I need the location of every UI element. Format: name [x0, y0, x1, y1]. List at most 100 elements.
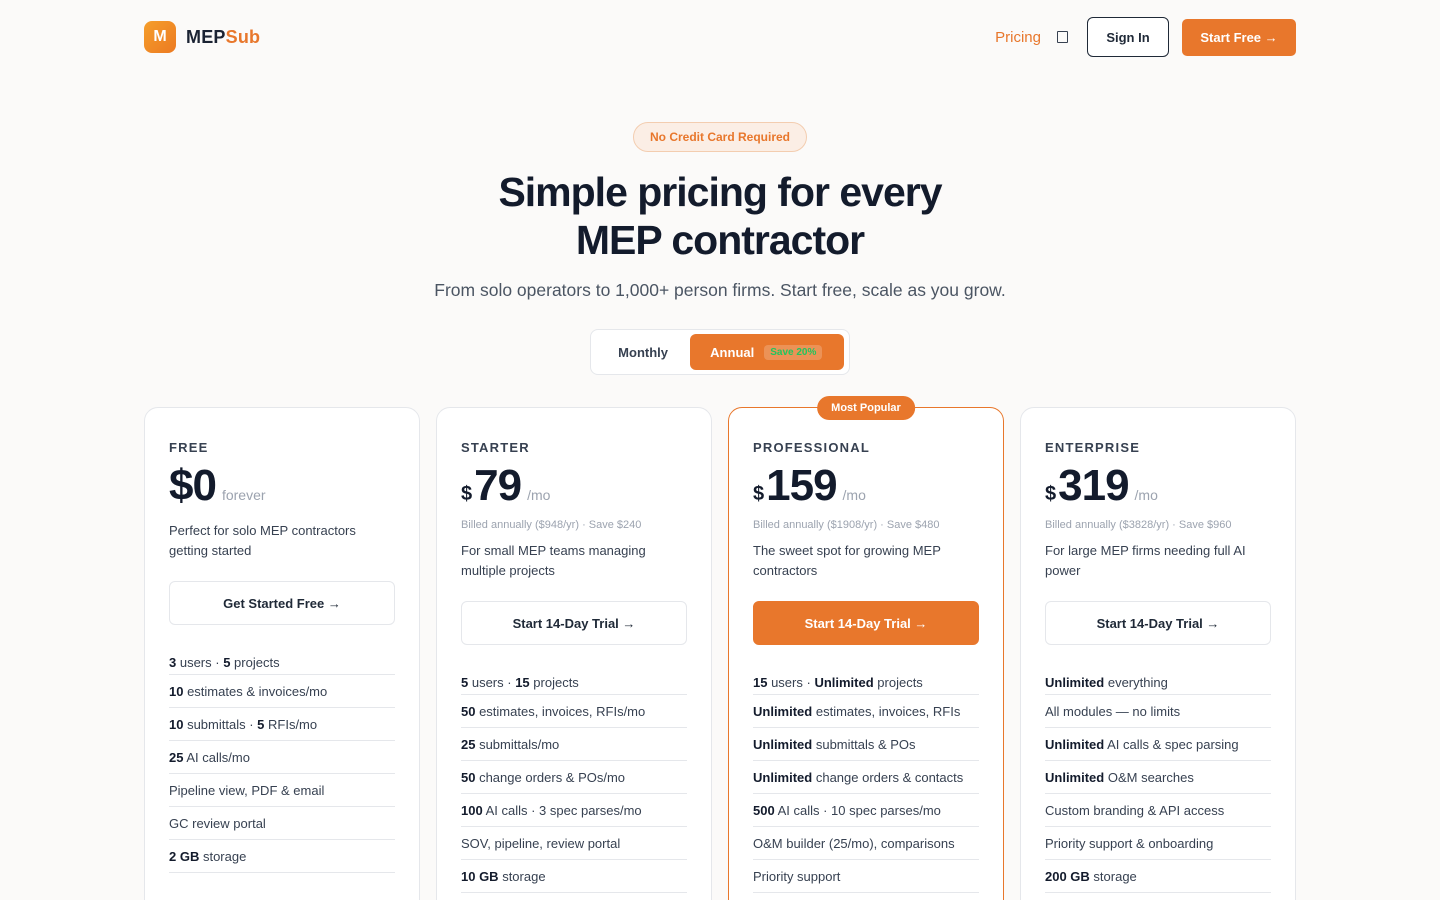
plan-feature-item: Unlimited AI calls & spec parsing [1045, 728, 1271, 761]
plan-feature-item: Custom branding & API access [1045, 794, 1271, 827]
feature-highlight: 15 [753, 675, 768, 690]
feature-highlight: 10 GB [461, 869, 499, 884]
plan-amount: 319 [1058, 461, 1129, 510]
plan-feature-item: 200 GB storage [1045, 860, 1271, 893]
plan-feature-item: 15 users · Unlimited projects [753, 671, 979, 695]
plan-feature-item: Pipeline view, PDF & email [169, 774, 395, 807]
plan-feature-item: Unlimited everything [1045, 671, 1271, 695]
most-popular-badge: Most Popular [817, 396, 915, 420]
plan-feature-item: 10 GB storage [461, 860, 687, 893]
plan-feature-item: 500 AI calls · 10 spec parses/mo [753, 794, 979, 827]
page-title-line1: Simple pricing for every [498, 169, 942, 215]
feature-highlight: Unlimited [753, 737, 813, 752]
brand-logo-icon: M [144, 21, 176, 53]
page-title-line2: MEP contractor [575, 217, 865, 263]
plan-feature-item: 50 change orders & POs/mo [461, 761, 687, 794]
theme-toggle-icon[interactable] [1057, 31, 1068, 43]
page-subtitle: From solo operators to 1,000+ person fir… [434, 280, 1006, 300]
feature-highlight: 3 [169, 655, 177, 670]
plan-period: /mo [1134, 487, 1158, 503]
plan-description: For large MEP firms needing full AI powe… [1045, 543, 1246, 578]
nav-link-pricing[interactable]: Pricing [995, 29, 1041, 46]
top-nav: M MEPSub Pricing Sign In Start Free → [144, 17, 1296, 57]
plan-features: 3 users · 5 projects 10 estimates & invoi… [169, 651, 395, 873]
get-started-free-button[interactable]: Get Started Free → [169, 581, 395, 625]
plan-feature-item: Priority support [753, 860, 979, 893]
plan-feature-item: Unlimited O&M searches [1045, 761, 1271, 794]
plan-features: Unlimited everything All modules — no lim… [1045, 671, 1271, 893]
plan-amount: 79 [474, 461, 522, 510]
plan-feature-item: All modules — no limits [1045, 695, 1271, 728]
brand-name: MEPSub [186, 27, 260, 48]
plan-billed-note: Billed annually ($1908/yr) · Save $480 [753, 519, 940, 531]
start-free-button[interactable]: Start Free → [1182, 18, 1296, 56]
plan-description: Perfect for solo MEP contractors getting… [169, 523, 356, 558]
feature-highlight: 5 [257, 717, 265, 732]
sign-in-button[interactable]: Sign In [1087, 17, 1169, 57]
billing-annual-option[interactable]: Annual Save 20% [690, 334, 844, 370]
plan-feature-item: Unlimited change orders & contacts [753, 761, 979, 794]
plan-billed-note: Billed annually ($948/yr) · Save $240 [461, 519, 642, 531]
plan-currency: $ [1045, 483, 1057, 505]
plan-card-professional: Most Popular PROFESSIONAL $ 159 /mo Bill… [728, 396, 1004, 900]
plan-period: forever [221, 487, 266, 503]
plan-tier: STARTER [461, 440, 530, 455]
billing-monthly-option[interactable]: Monthly [596, 345, 690, 360]
feature-highlight: 50 [461, 704, 476, 719]
start-trial-button[interactable]: Start 14-Day Trial → [461, 601, 687, 645]
feature-highlight: 5 [223, 655, 231, 670]
plan-tier: ENTERPRISE [1045, 440, 1141, 455]
feature-highlight: Unlimited [753, 770, 813, 785]
plan-price: $ 79 /mo [461, 461, 687, 513]
start-trial-button[interactable]: Start 14-Day Trial → [753, 601, 979, 645]
no-credit-card-badge: No Credit Card Required [633, 122, 807, 152]
plan-tier: FREE [169, 440, 209, 455]
feature-highlight: 10 [169, 717, 184, 732]
feature-highlight: 5 [461, 675, 469, 690]
feature-highlight: Unlimited [1045, 675, 1105, 690]
plan-card-starter: STARTER $ 79 /mo Billed annually ($948/y… [436, 407, 712, 900]
plan-feature-item: 10 estimates & invoices/mo [169, 675, 395, 708]
plan-feature-item: 100 AI calls · 3 spec parses/mo [461, 794, 687, 827]
feature-highlight: 2 GB [169, 849, 200, 864]
plan-period: /mo [527, 487, 551, 503]
feature-highlight: Unlimited [753, 704, 813, 719]
plan-features: 5 users · 15 projects 50 estimates, invoi… [461, 671, 687, 893]
plan-feature-item: 2 GB storage [169, 840, 395, 873]
feature-highlight: 500 [753, 803, 775, 818]
plan-amount: 159 [766, 461, 837, 510]
plan-billed-note: Billed annually ($3828/yr) · Save $960 [1045, 519, 1232, 531]
nav-actions: Pricing Sign In Start Free → [995, 17, 1296, 57]
billing-annual-label: Annual [710, 344, 755, 360]
plan-currency: $ [461, 483, 473, 505]
page-title: Simple pricing for every MEP contractor [320, 168, 1120, 264]
plan-feature-item: 25 AI calls/mo [169, 741, 395, 774]
save-badge: Save 20% [764, 344, 823, 360]
feature-highlight: 15 [515, 675, 530, 690]
plan-feature-item: O&M builder (25/mo), comparisons [753, 827, 979, 860]
brand-name-part1: MEP [186, 26, 226, 47]
plan-feature-item: Unlimited estimates, invoices, RFIs [753, 695, 979, 728]
plan-price: $ 159 /mo [753, 461, 979, 513]
brand[interactable]: M MEPSub [144, 21, 260, 53]
plan-feature-item: SOV, pipeline, review portal [461, 827, 687, 860]
plan-feature-item: 50 estimates, invoices, RFIs/mo [461, 695, 687, 728]
feature-highlight: 10 [169, 684, 184, 699]
plan-period: /mo [842, 487, 866, 503]
plan-description: For small MEP teams managing multiple pr… [461, 543, 646, 578]
plan-price: $ 319 /mo [1045, 461, 1271, 513]
plan-amount: $0 [169, 461, 217, 510]
plan-feature-item: GC review portal [169, 807, 395, 840]
plan-feature-item: 25 submittals/mo [461, 728, 687, 761]
brand-name-part2: Sub [225, 26, 261, 47]
plan-card-enterprise: ENTERPRISE $ 319 /mo Billed annually ($3… [1020, 407, 1296, 900]
plan-tier: PROFESSIONAL [753, 440, 870, 455]
start-trial-button[interactable]: Start 14-Day Trial → [1045, 601, 1271, 645]
feature-highlight: 100 [461, 803, 483, 818]
feature-highlight: 200 GB [1045, 869, 1090, 884]
plan-features: 15 users · Unlimited projects Unlimited e… [753, 671, 979, 893]
feature-highlight: 25 [461, 737, 476, 752]
plan-feature-item: 5 users · 15 projects [461, 671, 687, 695]
feature-highlight: 25 [169, 750, 184, 765]
plan-card-free: FREE $0 forever Perfect for solo MEP con… [144, 407, 420, 900]
